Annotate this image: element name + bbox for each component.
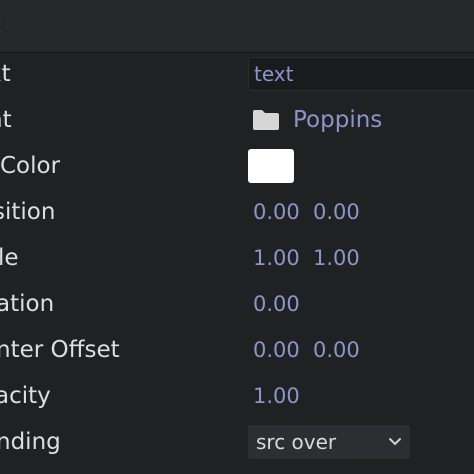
property-row-rotation: ation 0.00 — [0, 281, 474, 327]
blending-select-value: src over — [256, 430, 337, 454]
property-row-center-offset: nter Offset 0.00 0.00 — [0, 327, 474, 373]
center-offset-y-value[interactable]: 0.00 — [313, 327, 360, 373]
position-y-value[interactable]: 0.00 — [313, 189, 360, 235]
property-label: ation — [0, 291, 55, 317]
property-row-blending: nding src over — [0, 419, 474, 465]
property-label: acity — [0, 383, 51, 409]
color-swatch[interactable] — [248, 149, 294, 183]
property-label: sition — [0, 199, 56, 225]
property-row-scale: le 1.00 1.00 — [0, 235, 474, 281]
rotation-value[interactable]: 0.00 — [253, 281, 300, 327]
property-label: xt — [0, 61, 11, 87]
properties-panel: t xt text nt Poppins Color sition 0.00 0… — [0, 0, 474, 474]
property-row-text: xt text — [0, 51, 474, 97]
position-x-value[interactable]: 0.00 — [253, 189, 300, 235]
property-label: nding — [0, 429, 61, 455]
property-row-font: nt Poppins — [0, 97, 474, 143]
folder-icon[interactable] — [252, 109, 280, 131]
property-row-opacity: acity 1.00 — [0, 373, 474, 419]
text-input-value: text — [254, 62, 294, 86]
scale-x-value[interactable]: 1.00 — [253, 235, 300, 281]
property-label: nt — [0, 107, 12, 133]
opacity-value[interactable]: 1.00 — [253, 373, 300, 419]
property-row-position: sition 0.00 0.00 — [0, 189, 474, 235]
font-name-value[interactable]: Poppins — [293, 97, 382, 143]
panel-title: t — [0, 13, 1, 39]
property-label: nter Offset — [0, 337, 120, 363]
text-input[interactable]: text — [248, 57, 474, 91]
center-offset-x-value[interactable]: 0.00 — [253, 327, 300, 373]
blending-select[interactable]: src over — [248, 425, 410, 459]
property-label: le — [0, 245, 19, 271]
chevron-down-icon — [389, 438, 401, 445]
panel-header: t — [0, 0, 474, 53]
scale-y-value[interactable]: 1.00 — [313, 235, 360, 281]
property-label: Color — [0, 153, 61, 179]
property-row-color: Color — [0, 143, 474, 189]
